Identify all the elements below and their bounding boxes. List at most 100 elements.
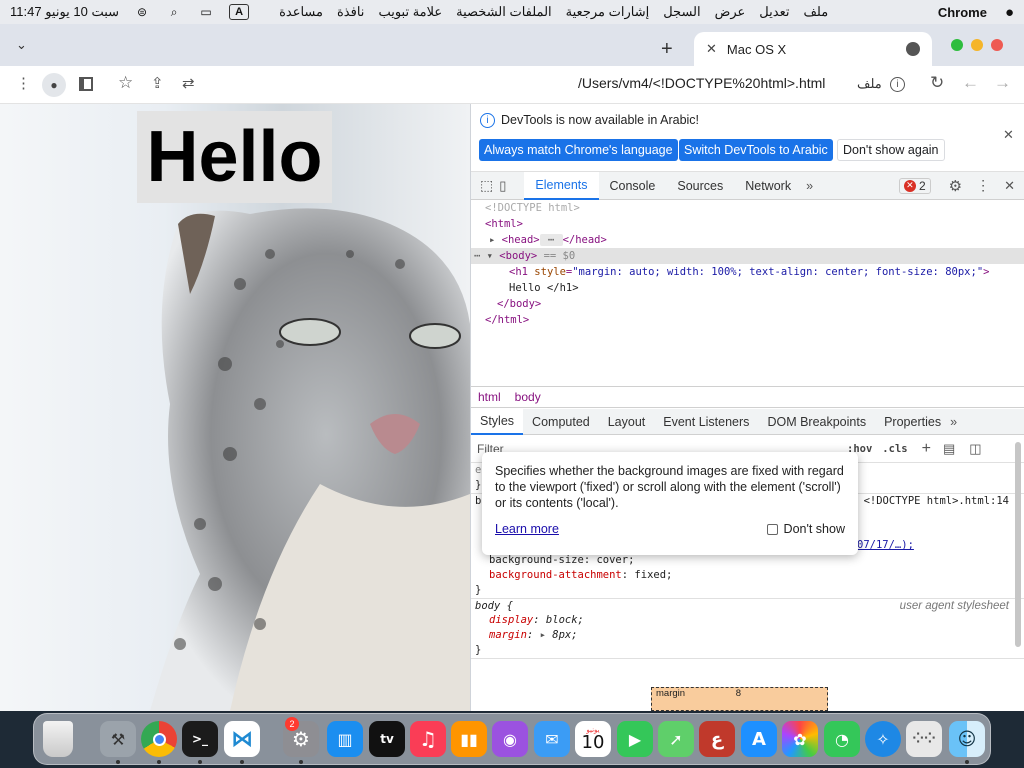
box-model-margin[interactable]: margin 8 <box>651 687 828 711</box>
close-tab-icon[interactable]: ✕ <box>706 41 717 57</box>
dont-show-checkbox[interactable] <box>766 523 778 535</box>
menu-view[interactable]: عرض <box>715 4 746 20</box>
utility-icon[interactable]: ⚒ <box>100 721 136 757</box>
music-icon[interactable]: ♫ <box>410 721 446 757</box>
apple-tv-icon[interactable]: tv <box>369 721 405 757</box>
podcasts-icon[interactable]: ◉ <box>492 721 528 757</box>
dom-body-open[interactable]: <body> <box>499 250 537 262</box>
back-icon[interactable]: ← <box>962 73 979 93</box>
apple-logo-icon[interactable]: ● <box>1005 4 1014 21</box>
toggle-sidebar-icon[interactable]: ◫ <box>969 441 981 457</box>
infobar-close-icon[interactable]: ✕ <box>1003 127 1014 143</box>
screen-mirroring-icon[interactable]: ▭ <box>197 4 215 20</box>
mail-icon[interactable]: ✉ <box>534 721 570 757</box>
background-size-decl[interactable]: background-size: cover; <box>471 553 1024 568</box>
subtab-computed[interactable]: Computed <box>523 409 599 435</box>
rule-source-link[interactable]: <!DOCTYPE html>.html:14 <box>864 494 1009 509</box>
chrome-icon[interactable] <box>141 721 177 757</box>
clock[interactable]: سبت 10 يونيو 11:47 <box>10 4 119 20</box>
translate-icon[interactable]: ⇄ <box>182 74 195 92</box>
window-close-button[interactable] <box>991 39 1003 51</box>
menu-history[interactable]: السجل <box>663 4 700 20</box>
subtab-properties[interactable]: Properties <box>875 409 950 435</box>
arabic-dictionary-icon[interactable]: ع <box>699 721 735 757</box>
display-prop[interactable]: display <box>489 614 533 626</box>
app-menu-chrome[interactable]: Chrome <box>938 5 987 20</box>
vscode-icon[interactable]: ⋈ <box>224 721 260 757</box>
dom-h1-tag[interactable]: <h1 <box>509 266 534 278</box>
dom-head[interactable]: <head> <box>502 234 540 246</box>
background-attachment-prop[interactable]: background-attachment <box>489 569 622 581</box>
tab-console[interactable]: Console <box>599 172 667 200</box>
more-subtabs-icon[interactable]: » <box>950 415 957 429</box>
error-badge[interactable]: ✕ 2 <box>898 177 931 194</box>
reload-icon[interactable]: ↻ <box>930 73 944 93</box>
device-toolbar-icon[interactable]: ▯ <box>499 178 506 194</box>
dom-h1-attr[interactable]: style <box>534 266 566 278</box>
messages-icon[interactable]: ◔ <box>824 721 860 757</box>
menu-bookmarks[interactable]: إشارات مرجعية <box>566 4 650 20</box>
tab-sources[interactable]: Sources <box>666 172 734 200</box>
forward-icon[interactable]: → <box>994 73 1011 93</box>
styles-scrollbar[interactable] <box>1015 442 1021 647</box>
dom-h1-text[interactable]: Hello </h1> <box>509 282 579 294</box>
class-toggle[interactable]: .cls <box>882 443 907 455</box>
window-minimize-button[interactable] <box>971 39 983 51</box>
dom-html-open[interactable]: <html> <box>485 218 523 230</box>
share-icon[interactable]: ⇪ <box>151 74 164 92</box>
address-bar[interactable]: /Users/vm4/<!DOCTYPE%20html>.html <box>578 75 825 91</box>
maps-icon[interactable]: ➚ <box>658 721 694 757</box>
dom-doctype[interactable]: <!DOCTYPE html> <box>485 202 580 214</box>
tab-mac-os-x[interactable]: ✕ Mac OS X <box>694 32 932 66</box>
subtab-event-listeners[interactable]: Event Listeners <box>654 409 758 435</box>
dom-expand-head-icon[interactable]: ▸ <box>489 234 502 246</box>
safari-icon[interactable]: ✧ <box>865 721 901 757</box>
learn-more-link[interactable]: Learn more <box>495 521 559 537</box>
search-icon[interactable]: ⌕ <box>165 4 183 20</box>
devtools-settings-icon[interactable]: ⚙ <box>949 177 962 195</box>
dont-show-again-button[interactable]: Don't show again <box>837 139 945 161</box>
calendar-icon[interactable]: يونيو 10 <box>575 721 611 757</box>
trash-icon[interactable] <box>43 721 73 757</box>
display-val[interactable]: block; <box>546 614 584 626</box>
menu-profiles[interactable]: الملفات الشخصية <box>456 4 552 20</box>
dom-h1-val[interactable]: "margin: auto; width: 100%; text-align: … <box>572 266 983 278</box>
site-info-icon[interactable]: i <box>890 77 905 92</box>
launchpad-icon[interactable]: ⁘⁘ <box>906 721 942 757</box>
dom-body-close[interactable]: </body> <box>497 298 541 310</box>
menu-edit[interactable]: تعديل <box>759 4 789 20</box>
more-tabs-icon[interactable]: » <box>806 179 813 193</box>
chrome-menu-icon[interactable]: ⋮ <box>16 74 31 92</box>
background-attachment-val[interactable]: fixed; <box>634 569 672 581</box>
input-source-icon[interactable]: A <box>229 4 250 20</box>
finder-icon[interactable]: ☺ <box>949 721 985 757</box>
body-ua-rule[interactable]: body { <box>475 600 513 612</box>
dom-head-close[interactable]: </head> <box>563 234 607 246</box>
paint-icon[interactable]: ▤ <box>943 441 955 457</box>
inspect-element-icon[interactable]: ⬚ <box>480 177 493 194</box>
dom-ellipsis[interactable]: ⋯ <box>539 234 563 246</box>
switch-devtools-arabic-button[interactable]: Switch DevTools to Arabic <box>679 139 833 161</box>
books-icon[interactable]: ▮▮ <box>451 721 487 757</box>
new-tab-button[interactable]: + <box>661 38 673 61</box>
margin-prop[interactable]: margin <box>489 629 527 641</box>
dom-html-close[interactable]: </html> <box>485 314 529 326</box>
window-zoom-button[interactable] <box>951 39 963 51</box>
dom-row-menu-icon[interactable]: ⋯ ▾ <box>474 250 499 262</box>
tab-search-chevron-icon[interactable]: ⌄ <box>16 37 27 53</box>
keynote-icon[interactable]: ▥ <box>327 721 363 757</box>
app-store-icon[interactable]: A <box>741 721 777 757</box>
subtab-layout[interactable]: Layout <box>599 409 655 435</box>
margin-val[interactable]: 8px; <box>552 629 577 641</box>
bookmark-star-icon[interactable]: ☆ <box>118 73 133 93</box>
match-chrome-language-button[interactable]: Always match Chrome's language <box>479 139 678 161</box>
devtools-close-icon[interactable]: ✕ <box>1004 178 1015 194</box>
menu-tab[interactable]: علامة تبويب <box>378 4 442 20</box>
breadcrumb-body[interactable]: body <box>515 390 541 404</box>
menu-file[interactable]: ملف <box>803 4 828 20</box>
tab-network[interactable]: Network <box>734 172 802 200</box>
breadcrumb-html[interactable]: html <box>478 390 501 404</box>
terminal-icon[interactable]: >_ <box>182 721 218 757</box>
profile-avatar-icon[interactable]: ● <box>42 73 66 97</box>
subtab-styles[interactable]: Styles <box>471 408 524 435</box>
